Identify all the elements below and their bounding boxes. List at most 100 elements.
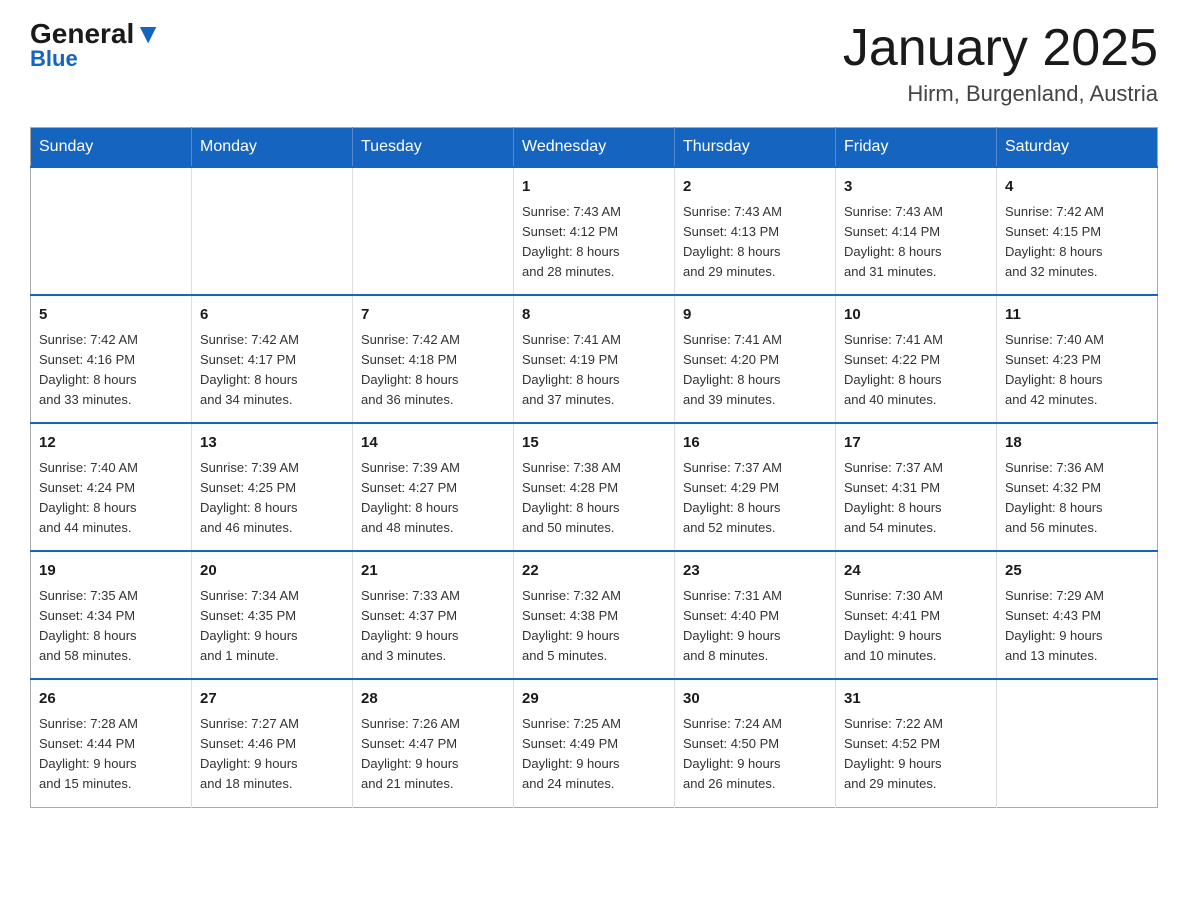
page-header: General▼ Blue January 2025 Hirm, Burgenl… xyxy=(30,20,1158,107)
day-number: 3 xyxy=(844,176,988,199)
day-info: Sunrise: 7:37 AMSunset: 4:31 PMDaylight:… xyxy=(844,458,988,539)
day-number: 15 xyxy=(522,432,666,455)
calendar-subtitle: Hirm, Burgenland, Austria xyxy=(843,81,1158,107)
day-info: Sunrise: 7:31 AMSunset: 4:40 PMDaylight:… xyxy=(683,586,827,667)
day-number: 21 xyxy=(361,560,505,583)
day-info: Sunrise: 7:39 AMSunset: 4:27 PMDaylight:… xyxy=(361,458,505,539)
day-info: Sunrise: 7:42 AMSunset: 4:18 PMDaylight:… xyxy=(361,330,505,411)
calendar-cell xyxy=(353,167,514,295)
day-info: Sunrise: 7:27 AMSunset: 4:46 PMDaylight:… xyxy=(200,714,344,795)
logo-blue-text: Blue xyxy=(30,46,78,72)
day-info: Sunrise: 7:25 AMSunset: 4:49 PMDaylight:… xyxy=(522,714,666,795)
day-info: Sunrise: 7:28 AMSunset: 4:44 PMDaylight:… xyxy=(39,714,183,795)
calendar-cell: 4 Sunrise: 7:42 AMSunset: 4:15 PMDaylight… xyxy=(997,167,1158,295)
day-info: Sunrise: 7:33 AMSunset: 4:37 PMDaylight:… xyxy=(361,586,505,667)
day-number: 11 xyxy=(1005,304,1149,327)
day-number: 27 xyxy=(200,688,344,711)
calendar-cell: 7Sunrise: 7:42 AMSunset: 4:18 PMDaylight… xyxy=(353,295,514,423)
day-info: Sunrise: 7:43 AMSunset: 4:14 PMDaylight:… xyxy=(844,202,988,283)
day-info: Sunrise: 7:42 AMSunset: 4:15 PMDaylight:… xyxy=(1005,202,1149,283)
calendar-cell: 27 Sunrise: 7:27 AMSunset: 4:46 PMDayligh… xyxy=(192,679,353,807)
calendar-header: SundayMondayTuesdayWednesdayThursdayFrid… xyxy=(31,128,1158,168)
calendar-cell: 6 Sunrise: 7:42 AMSunset: 4:17 PMDaylight… xyxy=(192,295,353,423)
calendar-cell: 8 Sunrise: 7:41 AMSunset: 4:19 PMDaylight… xyxy=(514,295,675,423)
logo-general-text: General▼ xyxy=(30,20,162,48)
calendar-cell: 13 Sunrise: 7:39 AMSunset: 4:25 PMDayligh… xyxy=(192,423,353,551)
day-number: 4 xyxy=(1005,176,1149,199)
weekday-header-friday: Friday xyxy=(836,128,997,168)
day-info: Sunrise: 7:35 AMSunset: 4:34 PMDaylight:… xyxy=(39,586,183,667)
calendar-cell: 14 Sunrise: 7:39 AMSunset: 4:27 PMDayligh… xyxy=(353,423,514,551)
day-number: 29 xyxy=(522,688,666,711)
calendar-cell: 31 Sunrise: 7:22 AMSunset: 4:52 PMDayligh… xyxy=(836,679,997,807)
day-number: 30 xyxy=(683,688,827,711)
weekday-row: SundayMondayTuesdayWednesdayThursdayFrid… xyxy=(31,128,1158,168)
day-number: 16 xyxy=(683,432,827,455)
calendar-week-row: 1 Sunrise: 7:43 AMSunset: 4:12 PMDaylight… xyxy=(31,167,1158,295)
weekday-header-sunday: Sunday xyxy=(31,128,192,168)
day-number: 8 xyxy=(522,304,666,327)
day-info: Sunrise: 7:41 AMSunset: 4:20 PMDaylight:… xyxy=(683,330,827,411)
calendar-cell: 30 Sunrise: 7:24 AMSunset: 4:50 PMDayligh… xyxy=(675,679,836,807)
calendar-cell: 15 Sunrise: 7:38 AMSunset: 4:28 PMDayligh… xyxy=(514,423,675,551)
calendar-body: 1 Sunrise: 7:43 AMSunset: 4:12 PMDaylight… xyxy=(31,167,1158,807)
day-info: Sunrise: 7:43 AMSunset: 4:12 PMDaylight:… xyxy=(522,202,666,283)
day-info: Sunrise: 7:30 AMSunset: 4:41 PMDaylight:… xyxy=(844,586,988,667)
calendar-cell: 1 Sunrise: 7:43 AMSunset: 4:12 PMDaylight… xyxy=(514,167,675,295)
day-number: 28 xyxy=(361,688,505,711)
day-number: 14 xyxy=(361,432,505,455)
calendar-cell: 24Sunrise: 7:30 AMSunset: 4:41 PMDayligh… xyxy=(836,551,997,679)
calendar-cell: 9Sunrise: 7:41 AMSunset: 4:20 PMDaylight… xyxy=(675,295,836,423)
weekday-header-wednesday: Wednesday xyxy=(514,128,675,168)
calendar-cell: 23Sunrise: 7:31 AMSunset: 4:40 PMDayligh… xyxy=(675,551,836,679)
day-number: 18 xyxy=(1005,432,1149,455)
calendar-week-row: 26 Sunrise: 7:28 AMSunset: 4:44 PMDayligh… xyxy=(31,679,1158,807)
calendar-cell: 10Sunrise: 7:41 AMSunset: 4:22 PMDayligh… xyxy=(836,295,997,423)
day-info: Sunrise: 7:36 AMSunset: 4:32 PMDaylight:… xyxy=(1005,458,1149,539)
day-info: Sunrise: 7:39 AMSunset: 4:25 PMDaylight:… xyxy=(200,458,344,539)
weekday-header-monday: Monday xyxy=(192,128,353,168)
calendar-week-row: 19 Sunrise: 7:35 AMSunset: 4:34 PMDayligh… xyxy=(31,551,1158,679)
calendar-cell: 21 Sunrise: 7:33 AMSunset: 4:37 PMDayligh… xyxy=(353,551,514,679)
day-info: Sunrise: 7:41 AMSunset: 4:22 PMDaylight:… xyxy=(844,330,988,411)
day-number: 20 xyxy=(200,560,344,583)
day-number: 13 xyxy=(200,432,344,455)
day-info: Sunrise: 7:29 AMSunset: 4:43 PMDaylight:… xyxy=(1005,586,1149,667)
day-number: 19 xyxy=(39,560,183,583)
calendar-cell: 28Sunrise: 7:26 AMSunset: 4:47 PMDayligh… xyxy=(353,679,514,807)
day-info: Sunrise: 7:42 AMSunset: 4:17 PMDaylight:… xyxy=(200,330,344,411)
day-number: 22 xyxy=(522,560,666,583)
day-info: Sunrise: 7:22 AMSunset: 4:52 PMDaylight:… xyxy=(844,714,988,795)
day-number: 6 xyxy=(200,304,344,327)
day-info: Sunrise: 7:43 AMSunset: 4:13 PMDaylight:… xyxy=(683,202,827,283)
calendar-cell: 26 Sunrise: 7:28 AMSunset: 4:44 PMDayligh… xyxy=(31,679,192,807)
day-info: Sunrise: 7:38 AMSunset: 4:28 PMDaylight:… xyxy=(522,458,666,539)
title-area: January 2025 Hirm, Burgenland, Austria xyxy=(843,20,1158,107)
weekday-header-tuesday: Tuesday xyxy=(353,128,514,168)
day-number: 12 xyxy=(39,432,183,455)
day-info: Sunrise: 7:32 AMSunset: 4:38 PMDaylight:… xyxy=(522,586,666,667)
calendar-cell: 22 Sunrise: 7:32 AMSunset: 4:38 PMDayligh… xyxy=(514,551,675,679)
calendar-cell: 18 Sunrise: 7:36 AMSunset: 4:32 PMDayligh… xyxy=(997,423,1158,551)
calendar-cell: 2 Sunrise: 7:43 AMSunset: 4:13 PMDaylight… xyxy=(675,167,836,295)
calendar-cell: 16 Sunrise: 7:37 AMSunset: 4:29 PMDayligh… xyxy=(675,423,836,551)
day-number: 26 xyxy=(39,688,183,711)
day-number: 31 xyxy=(844,688,988,711)
calendar-cell: 5Sunrise: 7:42 AMSunset: 4:16 PMDaylight… xyxy=(31,295,192,423)
day-info: Sunrise: 7:34 AMSunset: 4:35 PMDaylight:… xyxy=(200,586,344,667)
calendar-cell: 12Sunrise: 7:40 AMSunset: 4:24 PMDayligh… xyxy=(31,423,192,551)
calendar-table: SundayMondayTuesdayWednesdayThursdayFrid… xyxy=(30,127,1158,807)
day-info: Sunrise: 7:37 AMSunset: 4:29 PMDaylight:… xyxy=(683,458,827,539)
weekday-header-thursday: Thursday xyxy=(675,128,836,168)
calendar-cell: 19 Sunrise: 7:35 AMSunset: 4:34 PMDayligh… xyxy=(31,551,192,679)
calendar-cell xyxy=(997,679,1158,807)
calendar-cell: 3 Sunrise: 7:43 AMSunset: 4:14 PMDaylight… xyxy=(836,167,997,295)
calendar-cell: 11Sunrise: 7:40 AMSunset: 4:23 PMDayligh… xyxy=(997,295,1158,423)
day-number: 25 xyxy=(1005,560,1149,583)
day-info: Sunrise: 7:24 AMSunset: 4:50 PMDaylight:… xyxy=(683,714,827,795)
logo-arrow-icon: ▼ xyxy=(134,18,162,49)
day-number: 2 xyxy=(683,176,827,199)
day-info: Sunrise: 7:41 AMSunset: 4:19 PMDaylight:… xyxy=(522,330,666,411)
day-number: 1 xyxy=(522,176,666,199)
day-number: 5 xyxy=(39,304,183,327)
